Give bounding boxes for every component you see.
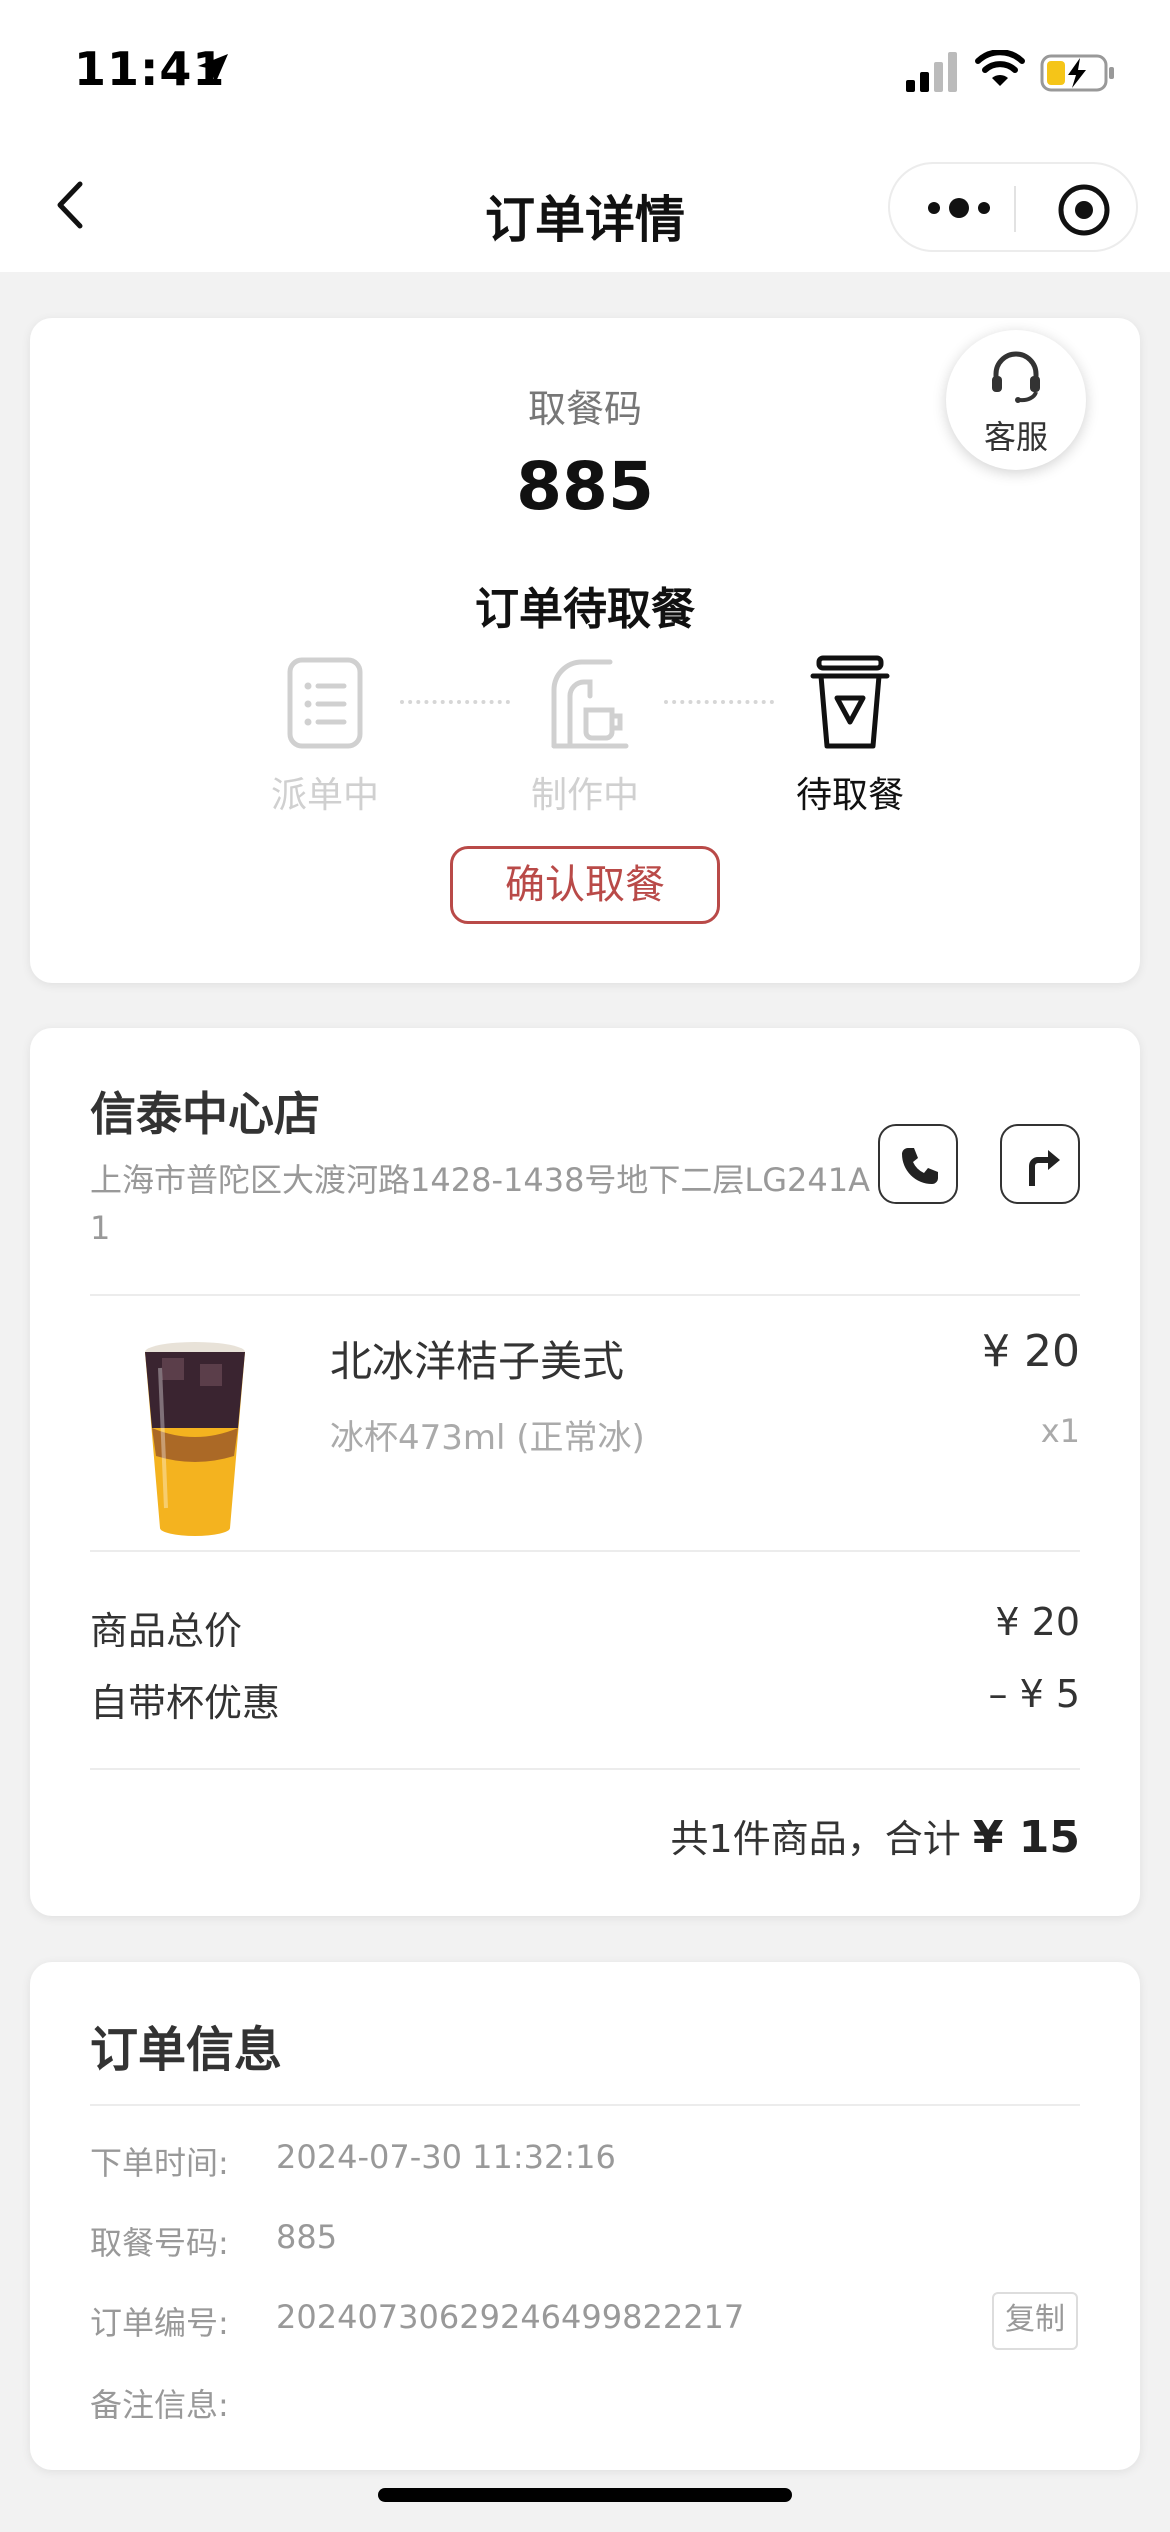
- total-amount: ¥ 15: [972, 1812, 1080, 1863]
- product-name: 北冰洋桔子美式: [330, 1337, 625, 1386]
- coffee-machine-icon: [551, 659, 629, 749]
- directions-button[interactable]: [1000, 1124, 1080, 1204]
- copy-order-id-button[interactable]: 复制: [992, 2292, 1078, 2350]
- directions-icon: [1029, 1150, 1060, 1186]
- product-price: ¥ 20: [982, 1326, 1080, 1377]
- product-quantity: x1: [1040, 1412, 1080, 1450]
- order-time-value: 2024-07-30 11:32:16: [276, 2138, 616, 2176]
- total-text: 共1件商品，合计: [670, 1817, 961, 1861]
- signal-icon: [906, 52, 957, 92]
- capsule-divider: [1014, 186, 1016, 232]
- divider: [90, 1550, 1080, 1552]
- order-info-title: 订单信息: [90, 2022, 283, 2078]
- order-time-label: 下单时间:: [90, 2144, 229, 2182]
- order-list-icon: [287, 657, 363, 749]
- divider: [90, 1768, 1080, 1770]
- pickup-number-value: 885: [276, 2218, 338, 2256]
- more-icon[interactable]: [924, 186, 994, 230]
- order-id-value: 20240730629246499822217: [276, 2298, 745, 2336]
- pickup-number-label: 取餐号码:: [90, 2224, 229, 2262]
- step-connector: [400, 700, 510, 704]
- divider: [90, 2104, 1080, 2106]
- order-total: 共1件商品，合计 ¥ 15: [671, 1808, 1080, 1863]
- call-store-button[interactable]: [878, 1124, 958, 1204]
- step-connector: [664, 700, 774, 704]
- store-address: 上海市普陀区大渡河路1428-1438号地下二层LG241A1: [90, 1161, 871, 1247]
- customer-service-label: 客服: [983, 418, 1048, 456]
- mini-program-capsule: [888, 162, 1138, 252]
- store-order-card: 信泰中心店 上海市普陀区大渡河路1428-1438号地下二层LG241A1 北冰…: [30, 1028, 1140, 1916]
- headset-icon: [992, 351, 1040, 403]
- discount-value: – ¥ 5: [988, 1672, 1080, 1716]
- nav-bar: 订单详情: [0, 150, 1170, 272]
- remark-label: 备注信息:: [90, 2386, 229, 2424]
- step-label-making: 制作中: [530, 775, 639, 816]
- customer-service-button[interactable]: 客服: [946, 330, 1086, 470]
- phone-icon: [902, 1148, 938, 1184]
- order-info-card: 订单信息 下单时间: 2024-07-30 11:32:16 取餐号码: 885…: [30, 1962, 1140, 2470]
- takeaway-cup-icon: [810, 655, 890, 749]
- battery-charging-icon: [1040, 54, 1114, 92]
- product-spec: 冰杯473ml (正常冰): [330, 1418, 645, 1458]
- divider: [90, 1294, 1080, 1296]
- confirm-pickup-button[interactable]: 确认取餐: [450, 846, 720, 924]
- subtotal-value: ¥ 20: [995, 1600, 1080, 1644]
- product-image: [145, 1342, 245, 1536]
- close-target-icon[interactable]: [1056, 182, 1112, 238]
- discount-label: 自带杯优惠: [90, 1681, 281, 1725]
- wifi-icon: [975, 50, 1025, 86]
- location-arrow-icon: [198, 54, 228, 84]
- order-status: 订单待取餐: [475, 584, 695, 635]
- status-bar: 11:41: [0, 0, 1170, 150]
- step-label-dispatching: 派单中: [270, 775, 379, 816]
- pickup-code: 885: [516, 448, 654, 525]
- subtotal-label: 商品总价: [90, 1609, 243, 1653]
- order-id-label: 订单编号:: [90, 2304, 229, 2342]
- step-label-ready: 待取餐: [795, 775, 904, 816]
- home-indicator: [378, 2488, 792, 2502]
- store-name: 信泰中心店: [90, 1087, 320, 1141]
